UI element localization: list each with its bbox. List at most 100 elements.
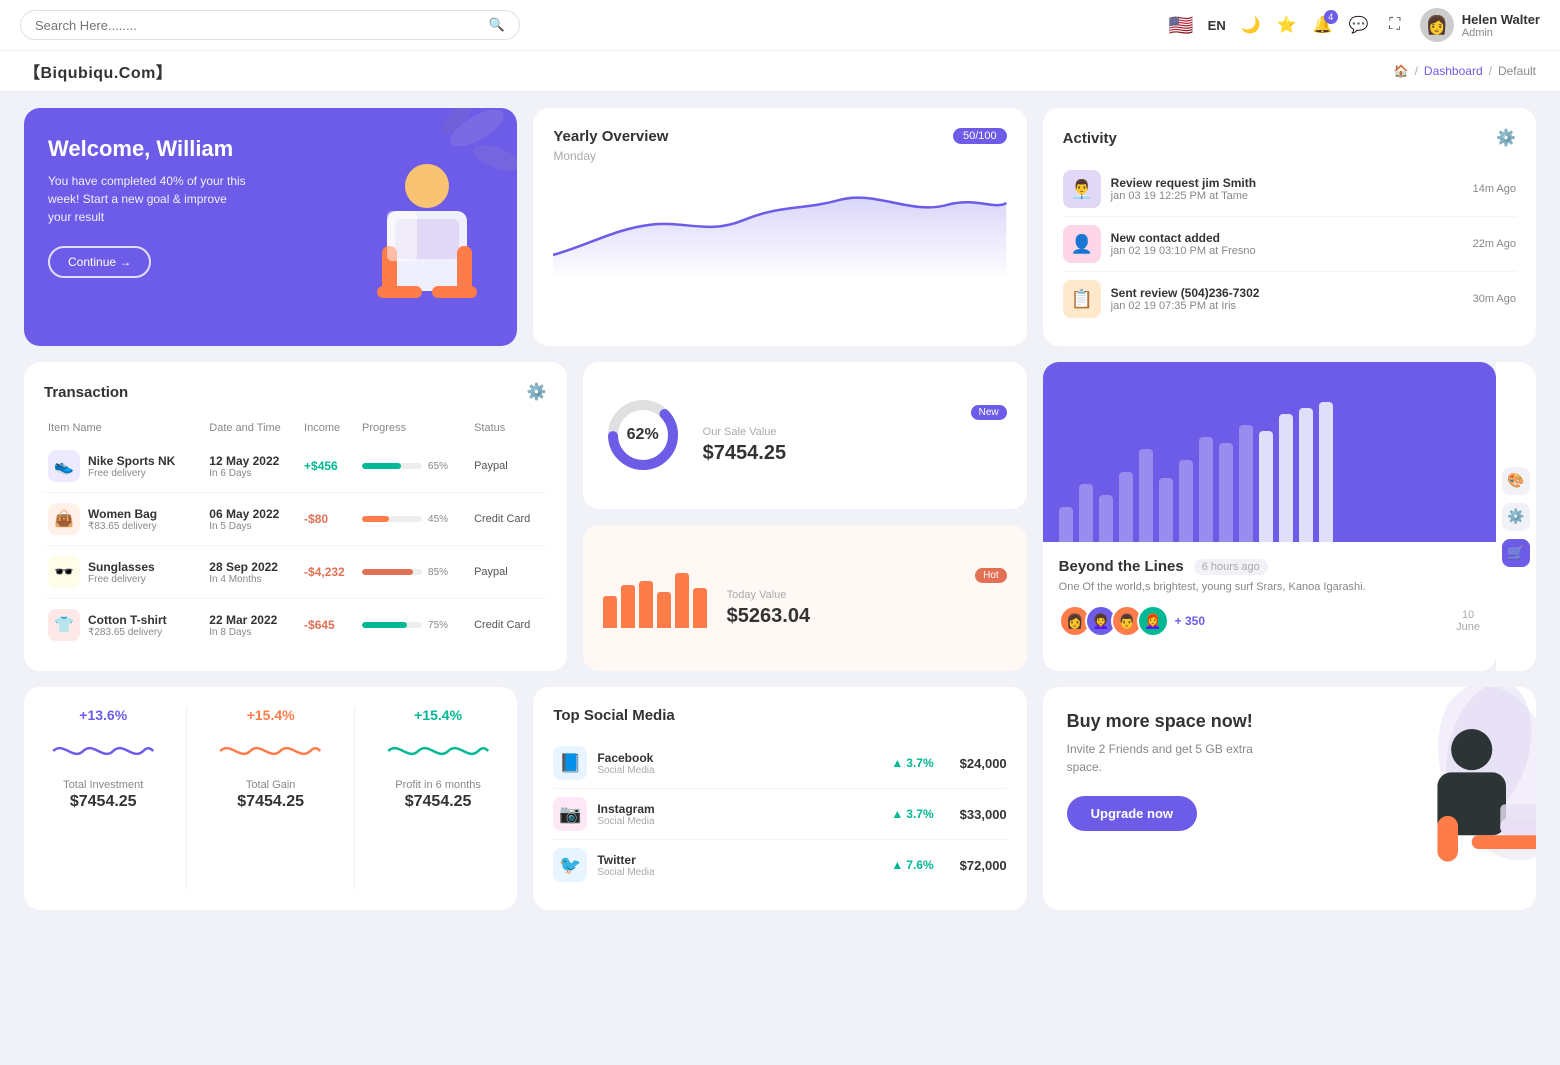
star-icon[interactable]: ⭐	[1276, 14, 1298, 36]
social-change-0: ▲ 3.7%	[665, 756, 950, 770]
transaction-card: Transaction ⚙️ Item Name Date and Time I…	[24, 362, 567, 671]
welcome-card: Welcome, William You have completed 40% …	[24, 108, 517, 346]
beyond-bar	[1099, 495, 1113, 542]
beyond-time: 6 hours ago	[1194, 559, 1268, 575]
beyond-desc: One Of the world,s brightest, young surf…	[1059, 581, 1480, 593]
sale-value-label: Our Sale Value	[703, 426, 1007, 438]
user-role: Admin	[1462, 27, 1540, 39]
beyond-bar	[1139, 449, 1153, 542]
continue-button[interactable]: Continue →	[48, 246, 151, 278]
sale-value-amount: $7454.25	[703, 442, 1007, 465]
social-amount-2: $72,000	[960, 858, 1007, 873]
stat-gain-value: $7454.25	[237, 793, 304, 811]
social-change-2: ▲ 7.6%	[665, 858, 950, 872]
user-text: Helen Walter Admin	[1462, 12, 1540, 39]
beyond-bar	[1299, 408, 1313, 542]
welcome-title: Welcome, William	[48, 136, 493, 162]
beyond-side-icons: 🎨 ⚙️ 🛒	[1496, 362, 1536, 671]
tx-income-1: -$80	[300, 493, 358, 546]
tx-date-2: 28 Sep 2022 In 4 Months	[205, 546, 300, 599]
breadcrumb-home-icon: 🏠	[1394, 64, 1409, 78]
tx-progress-3: 75%	[358, 599, 470, 652]
today-bar	[693, 588, 707, 627]
row1: Welcome, William You have completed 40% …	[0, 92, 1560, 362]
activity-time-1: 22m Ago	[1473, 238, 1516, 250]
sale-value-card: 62% New Our Sale Value $7454.25	[583, 362, 1027, 509]
search-bar[interactable]: 🔍	[20, 10, 520, 40]
stat-divider-1	[186, 707, 187, 890]
flag-icon[interactable]: 🇺🇸	[1169, 13, 1194, 38]
tx-income-3: -$645	[300, 599, 358, 652]
settings-icon[interactable]: ⚙️	[1502, 503, 1530, 531]
tx-name-3: Cotton T-shirt	[88, 613, 167, 627]
activity-sub-1: jan 02 19 03:10 PM at Fresno	[1111, 245, 1463, 257]
tx-status-0: Paypal	[470, 440, 547, 493]
activity-settings-icon[interactable]: ⚙️	[1496, 128, 1516, 148]
social-item-0: 📘 Facebook Social Media ▲ 3.7% $24,000	[553, 738, 1006, 789]
today-bar	[603, 596, 617, 627]
brand-logo: 【Biqubiqu.Com】	[24, 59, 172, 83]
today-value-label: Today Value	[727, 589, 1007, 601]
today-value-amount: $5263.04	[727, 605, 1007, 628]
tx-icon-2: 🕶️	[48, 556, 80, 588]
activity-thumb-0: 👨‍💼	[1063, 170, 1101, 208]
stat-profit-value: $7454.25	[405, 793, 472, 811]
language-label[interactable]: EN	[1208, 18, 1226, 33]
social-card: Top Social Media 📘 Facebook Social Media…	[533, 687, 1026, 910]
activity-title: Activity	[1063, 130, 1117, 147]
space-illustration	[1386, 687, 1536, 910]
space-desc: Invite 2 Friends and get 5 GB extra spac…	[1067, 740, 1267, 776]
user-name: Helen Walter	[1462, 12, 1540, 27]
tx-sub-0: Free delivery	[88, 468, 175, 479]
beyond-card: Beyond the Lines 6 hours ago One Of the …	[1043, 362, 1496, 671]
notification-icon[interactable]: 🔔 4	[1312, 14, 1334, 36]
social-item-1: 📷 Instagram Social Media ▲ 3.7% $33,000	[553, 789, 1006, 840]
tx-item-1: 👜 Women Bag ₹83.65 delivery	[44, 493, 205, 546]
welcome-subtitle: You have completed 40% of your this week…	[48, 172, 248, 226]
donut-label: 62%	[627, 426, 659, 444]
activity-text-2: Sent review (504)236-7302 jan 02 19 07:3…	[1111, 286, 1463, 312]
activity-thumb-2: 📋	[1063, 280, 1101, 318]
transaction-settings-icon[interactable]: ⚙️	[527, 382, 547, 402]
chat-icon[interactable]: 💬	[1348, 14, 1370, 36]
beyond-bar	[1079, 484, 1093, 542]
sale-column: 62% New Our Sale Value $7454.25 Hot Toda…	[583, 362, 1027, 671]
today-info: Hot Today Value $5263.04	[727, 568, 1007, 628]
fullscreen-icon[interactable]: ⛶	[1384, 14, 1406, 36]
tx-income-2: -$4,232	[300, 546, 358, 599]
tx-name-1: Women Bag	[88, 507, 157, 521]
social-icon-1: 📷	[553, 797, 587, 831]
dark-mode-icon[interactable]: 🌙	[1240, 14, 1262, 36]
upgrade-button[interactable]: Upgrade now	[1067, 796, 1197, 831]
cart-icon[interactable]: 🛒	[1502, 539, 1530, 567]
table-row: 👕 Cotton T-shirt ₹283.65 delivery 22 Mar…	[44, 599, 547, 652]
wave-gain	[211, 731, 329, 771]
search-input[interactable]	[35, 18, 481, 33]
wave-profit	[379, 731, 497, 771]
beyond-bar	[1059, 507, 1073, 542]
today-bar	[657, 592, 671, 627]
search-icon: 🔍	[489, 17, 505, 33]
social-list: 📘 Facebook Social Media ▲ 3.7% $24,000 📷…	[553, 738, 1006, 890]
nav-icons: 🇺🇸 EN 🌙 ⭐ 🔔 4 💬 ⛶ 👩 Helen Walter Admin	[1169, 8, 1540, 42]
tx-item-0: 👟 Nike Sports NK Free delivery	[44, 440, 205, 493]
col-item: Item Name	[44, 416, 205, 440]
beyond-bar	[1119, 472, 1133, 542]
beyond-title-row: Beyond the Lines 6 hours ago	[1059, 558, 1480, 575]
tx-sub-1: ₹83.65 delivery	[88, 521, 157, 532]
table-row: 👜 Women Bag ₹83.65 delivery 06 May 2022 …	[44, 493, 547, 546]
breadcrumb-dashboard[interactable]: Dashboard	[1424, 64, 1483, 78]
user-menu[interactable]: 👩 Helen Walter Admin	[1420, 8, 1540, 42]
tx-status-1: Credit Card	[470, 493, 547, 546]
tx-date-3: 22 Mar 2022 In 8 Days	[205, 599, 300, 652]
activity-header: Activity ⚙️	[1063, 128, 1516, 148]
col-income: Income	[300, 416, 358, 440]
stat-investment: +13.6% Total Investment $7454.25	[44, 707, 162, 890]
beyond-date: 10 June	[1456, 609, 1480, 633]
stat-profit-pct: +15.4%	[414, 707, 462, 723]
transaction-header: Transaction ⚙️	[44, 382, 547, 402]
tx-income-0: +$456	[300, 440, 358, 493]
tx-name-2: Sunglasses	[88, 560, 155, 574]
paint-icon[interactable]: 🎨	[1502, 467, 1530, 495]
notification-badge: 4	[1324, 10, 1338, 24]
